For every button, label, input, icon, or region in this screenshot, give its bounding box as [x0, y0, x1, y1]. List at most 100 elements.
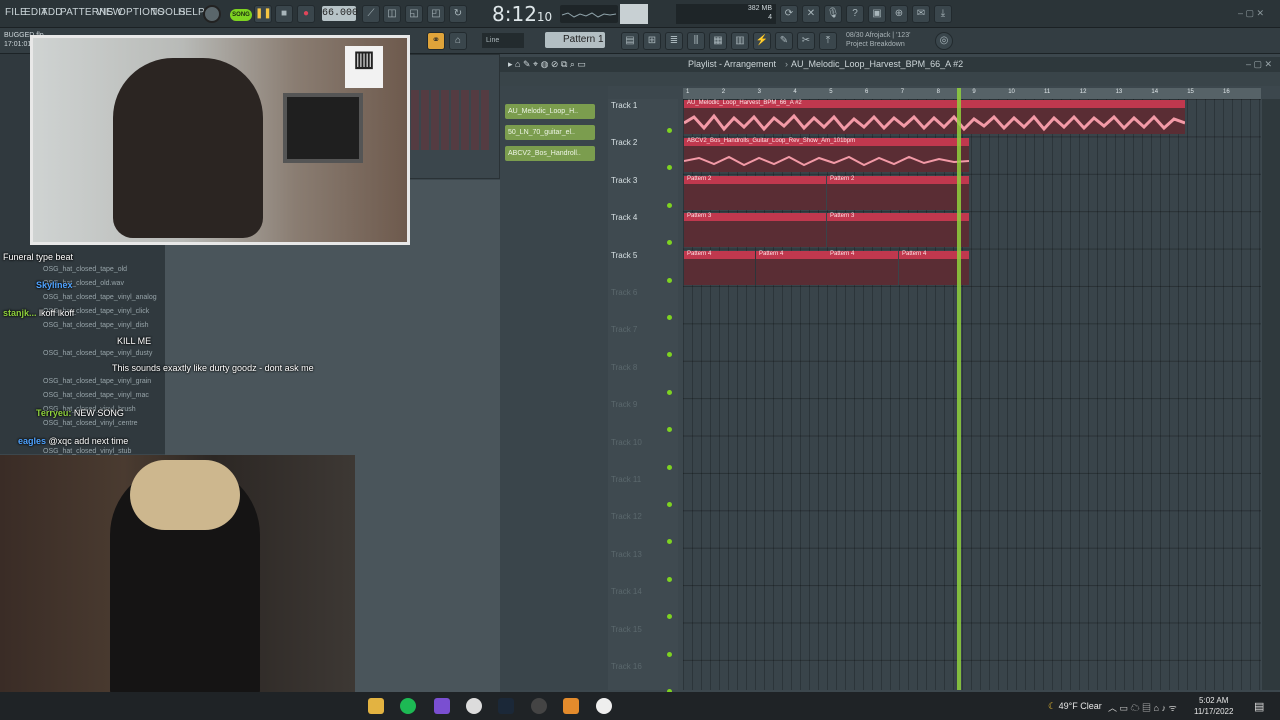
track-label[interactable]: Track 13	[611, 550, 642, 559]
browser-app-icon[interactable]	[466, 698, 482, 714]
browser-item[interactable]: OSG_hat_closed_tape_vinyl_dusty	[43, 350, 152, 357]
track-enable-toggle[interactable]	[667, 576, 672, 582]
song-mode-toggle[interactable]: SONG	[230, 9, 252, 21]
browser-item[interactable]: OSG_hat_closed_tape_vinyl_dish	[43, 322, 148, 329]
ruler-tick: 1	[686, 89, 690, 95]
pattern-clip[interactable]: Pattern 4	[684, 251, 755, 285]
refresh-icon[interactable]: ⟳	[780, 5, 798, 23]
fl-studio-icon[interactable]	[563, 698, 579, 714]
track-label[interactable]: Track 6	[611, 288, 637, 297]
piano-roll-icon[interactable]: ⊞	[643, 32, 661, 50]
track-enable-toggle[interactable]	[667, 202, 672, 208]
browser-icon[interactable]: ▥	[731, 32, 749, 50]
playhead[interactable]	[957, 88, 961, 690]
track-enable-toggle[interactable]	[667, 502, 672, 507]
tempo-display[interactable]: 66.000	[322, 6, 358, 21]
pattern-item[interactable]: 50_LN_70_guitar_el..	[505, 125, 595, 140]
audio-clip[interactable]: ABCV2_Bos_Handrolls_Guitar_Loop_Rev_Show…	[684, 138, 969, 172]
master-volume-knob[interactable]	[203, 5, 221, 23]
track-enable-toggle[interactable]	[667, 651, 672, 657]
wait-icon[interactable]: ◫	[383, 5, 401, 23]
snap-select[interactable]: Line	[482, 33, 524, 48]
browser-item[interactable]: OSG_hat_closed_vinyl_stub	[43, 448, 131, 455]
notification-icon[interactable]: ▤	[1254, 700, 1264, 713]
pattern-clip[interactable]: Pattern 4	[827, 251, 898, 285]
audio-clip[interactable]: AU_Melodic_Loop_Harvest_BPM_66_A #2	[684, 100, 1185, 134]
system-tray-icons[interactable]: ︿ ▭ ☁ ▤ ⌂ ♪ ᯤ	[1108, 701, 1177, 714]
step-seq-icon[interactable]: ▤	[621, 32, 639, 50]
pattern-clip[interactable]: Pattern 3	[684, 213, 826, 247]
track-label[interactable]: Track 2	[611, 138, 637, 147]
pattern-item[interactable]: ABCV2_Bos_Handroll..	[505, 146, 595, 161]
cut-icon[interactable]: ✂	[797, 32, 815, 50]
record-icon[interactable]: ●	[297, 5, 315, 23]
step-buttons[interactable]	[411, 90, 491, 150]
help-icon[interactable]: ?	[846, 5, 864, 23]
mixer-panel-icon[interactable]: ⫼	[687, 32, 705, 50]
spotify-icon[interactable]	[400, 698, 416, 714]
track-label[interactable]: Track 12	[611, 512, 642, 521]
obs-icon[interactable]	[531, 698, 547, 714]
clock-app-icon[interactable]	[596, 698, 612, 714]
track-label[interactable]: Track 3	[611, 176, 637, 185]
arrangement-name[interactable]: AU_Melodic_Loop_Harvest_BPM_66_A #2	[791, 57, 963, 72]
pencil-tool-icon[interactable]: ✎	[775, 32, 793, 50]
download-icon[interactable]: ⤓	[934, 5, 952, 23]
vertical-scrollbar[interactable]	[1262, 99, 1280, 690]
track-label[interactable]: Track 14	[611, 587, 642, 596]
browser-item[interactable]: OSG_hat_closed_vinyl_centre	[43, 420, 138, 427]
pattern-item[interactable]: AU_Melodic_Loop_H..	[505, 104, 595, 119]
track-enable-toggle[interactable]	[667, 128, 672, 133]
pattern-clip[interactable]: Pattern 3	[827, 213, 969, 247]
stamp-icon[interactable]: ⌂	[449, 32, 467, 50]
mixer-icon[interactable]: ✕	[802, 5, 820, 23]
menu-help[interactable]: HELP	[178, 7, 205, 18]
pattern-clip[interactable]: Pattern 4	[756, 251, 827, 285]
pattern-selector[interactable]: Pattern 1	[545, 32, 605, 48]
browser-item[interactable]: OSG_hat_closed_tape_old	[43, 266, 127, 273]
microphone-icon[interactable]: 🎙	[824, 5, 842, 23]
browser-item[interactable]: OSG_hat_closed_tape_vinyl_mac	[43, 392, 149, 399]
pattern-clip[interactable]: Pattern 2	[827, 176, 969, 210]
blend-icon[interactable]: ◰	[427, 5, 445, 23]
chat-icon[interactable]: ✉	[912, 5, 930, 23]
playlist-tools-icons[interactable]: ▸ ⌂ ✎ ⌖ ◍ ⊘ ⧉ ⌕ ▭	[508, 57, 586, 72]
track-label[interactable]: Track 11	[611, 475, 641, 484]
steam-icon[interactable]	[498, 698, 514, 714]
system-clock[interactable]: 5:02 AM 11/17/2022	[1194, 695, 1233, 717]
link-icon[interactable]: ⚭	[427, 32, 445, 50]
countdown-icon[interactable]: ◱	[405, 5, 423, 23]
track-label[interactable]: Track 7	[611, 325, 637, 334]
pattern-clip[interactable]: Pattern 2	[684, 176, 826, 210]
loop-record-icon[interactable]: ↻	[449, 5, 467, 23]
browser-item[interactable]: OSG_hat_closed_tape_vinyl_grain	[43, 378, 151, 385]
plugin-icon[interactable]: ⊕	[890, 5, 908, 23]
track-label[interactable]: Track 10	[611, 438, 642, 447]
stop-icon[interactable]: ■	[275, 5, 293, 23]
save-icon[interactable]: ▣	[868, 5, 886, 23]
browser-item[interactable]: OSG_hat_closed_tape_vinyl_analog	[43, 294, 157, 301]
channel-rack-icon[interactable]: ▦	[709, 32, 727, 50]
weather-widget[interactable]: ☾ 49°F Clear	[1048, 701, 1102, 712]
plug-icon[interactable]: ⚡	[753, 32, 771, 50]
track-label[interactable]: Track 1	[611, 101, 637, 110]
track-label[interactable]: Track 16	[611, 662, 642, 671]
track-label[interactable]: Track 9	[611, 400, 637, 409]
track-enable-toggle[interactable]	[667, 277, 672, 283]
track-label[interactable]: Track 4	[611, 213, 637, 222]
track-label[interactable]: Track 15	[611, 625, 642, 634]
export-icon[interactable]: ⤒	[819, 32, 837, 50]
metronome-icon[interactable]: ⟋	[362, 5, 380, 23]
window-controls[interactable]: – ▢ ✕	[1238, 8, 1264, 19]
track-enable-toggle[interactable]	[667, 315, 672, 320]
tutorial-icon[interactable]: ◎	[935, 32, 953, 50]
stream-app-icon[interactable]	[434, 698, 450, 714]
track-enable-toggle[interactable]	[667, 389, 672, 395]
track-label[interactable]: Track 5	[611, 251, 637, 260]
track-enable-toggle[interactable]	[667, 464, 672, 470]
playlist-icon[interactable]: ≣	[665, 32, 683, 50]
play-icon[interactable]: ❚❚	[254, 5, 272, 23]
track-label[interactable]: Track 8	[611, 363, 637, 372]
file-explorer-icon[interactable]	[368, 698, 384, 714]
playlist-window-controls[interactable]: – ▢ ✕	[1246, 57, 1272, 72]
